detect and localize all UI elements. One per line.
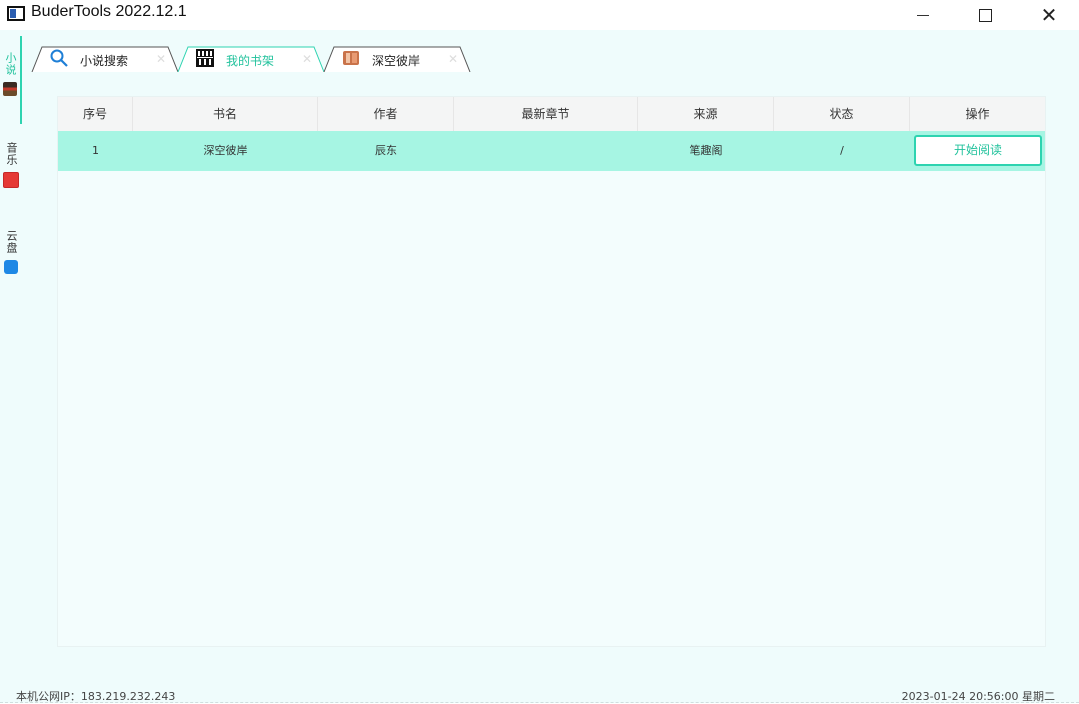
window-title: BuderTools 2022.12.1 — [31, 3, 187, 20]
cell-source: 笔趣阁 — [689, 144, 723, 157]
book-icon — [343, 51, 359, 65]
cell-author: 辰东 — [375, 144, 397, 157]
music-icon — [3, 172, 19, 188]
column-header: 作者 — [318, 97, 454, 131]
tab-book-detail[interactable]: 深空彼岸 ✕ — [322, 46, 472, 72]
tab-bar: 小说搜索 ✕ 我的书架 ✕ 深空彼岸 ✕ — [30, 42, 490, 72]
tab-label: 小说搜索 — [80, 54, 129, 68]
tab-close-icon[interactable]: ✕ — [302, 52, 312, 66]
column-header: 操作 — [965, 107, 990, 121]
tab-close-icon[interactable]: ✕ — [448, 52, 458, 66]
column-header: 状态 — [774, 97, 910, 131]
table-header: 序号 书名 作者 最新章节 来源 状态 操作 — [58, 97, 1045, 131]
app-icon — [7, 6, 25, 21]
tab-bookshelf[interactable]: 我的书架 ✕ — [176, 46, 326, 72]
maximize-button[interactable] — [955, 0, 1015, 30]
side-tab-label: 云盘 — [5, 230, 18, 254]
column-header: 最新章节 — [454, 97, 638, 131]
maximize-icon — [978, 8, 992, 22]
cell-latest-chapter — [454, 131, 638, 171]
close-icon: ✕ — [1040, 3, 1058, 27]
cell-index: 1 — [92, 144, 99, 157]
title-bar: BuderTools 2022.12.1 ✕ — [0, 0, 1079, 30]
column-header: 来源 — [638, 97, 774, 131]
tab-label: 我的书架 — [226, 54, 275, 68]
tab-close-icon[interactable]: ✕ — [156, 52, 166, 66]
minimize-icon — [917, 14, 929, 16]
side-tab-label: 音乐 — [5, 142, 18, 166]
bookshelf-icon — [196, 49, 214, 67]
cell-status: / — [840, 144, 844, 157]
side-tab-label: 小说 — [4, 52, 17, 76]
search-icon — [50, 49, 68, 67]
column-header: 书名 — [133, 97, 318, 131]
start-reading-button[interactable]: 开始阅读 — [914, 135, 1042, 166]
column-header: 序号 — [58, 97, 133, 131]
novel-icon — [3, 82, 17, 96]
close-button[interactable]: ✕ — [1019, 0, 1079, 30]
tab-novel-search[interactable]: 小说搜索 ✕ — [30, 46, 180, 72]
tab-label: 深空彼岸 — [372, 54, 421, 68]
cloud-drive-icon — [4, 260, 18, 274]
table-row[interactable]: 1 深空彼岸 辰东 笔趣阁 / 开始阅读 — [58, 131, 1045, 171]
main-area: 小说 音乐 云盘 小说搜索 ✕ 我的书架 ✕ 深空彼岸 ✕ 序号 书名 作者 最… — [0, 30, 1079, 703]
minimize-button[interactable] — [893, 0, 953, 30]
cell-title: 深空彼岸 — [203, 144, 248, 157]
side-tab-novel[interactable]: 小说 — [0, 36, 22, 124]
side-tab-cloud-drive[interactable]: 云盘 — [0, 230, 22, 292]
bookshelf-table: 序号 书名 作者 最新章节 来源 状态 操作 1 深空彼岸 辰东 笔趣阁 / 开… — [57, 96, 1046, 647]
side-tab-music[interactable]: 音乐 — [0, 142, 22, 202]
